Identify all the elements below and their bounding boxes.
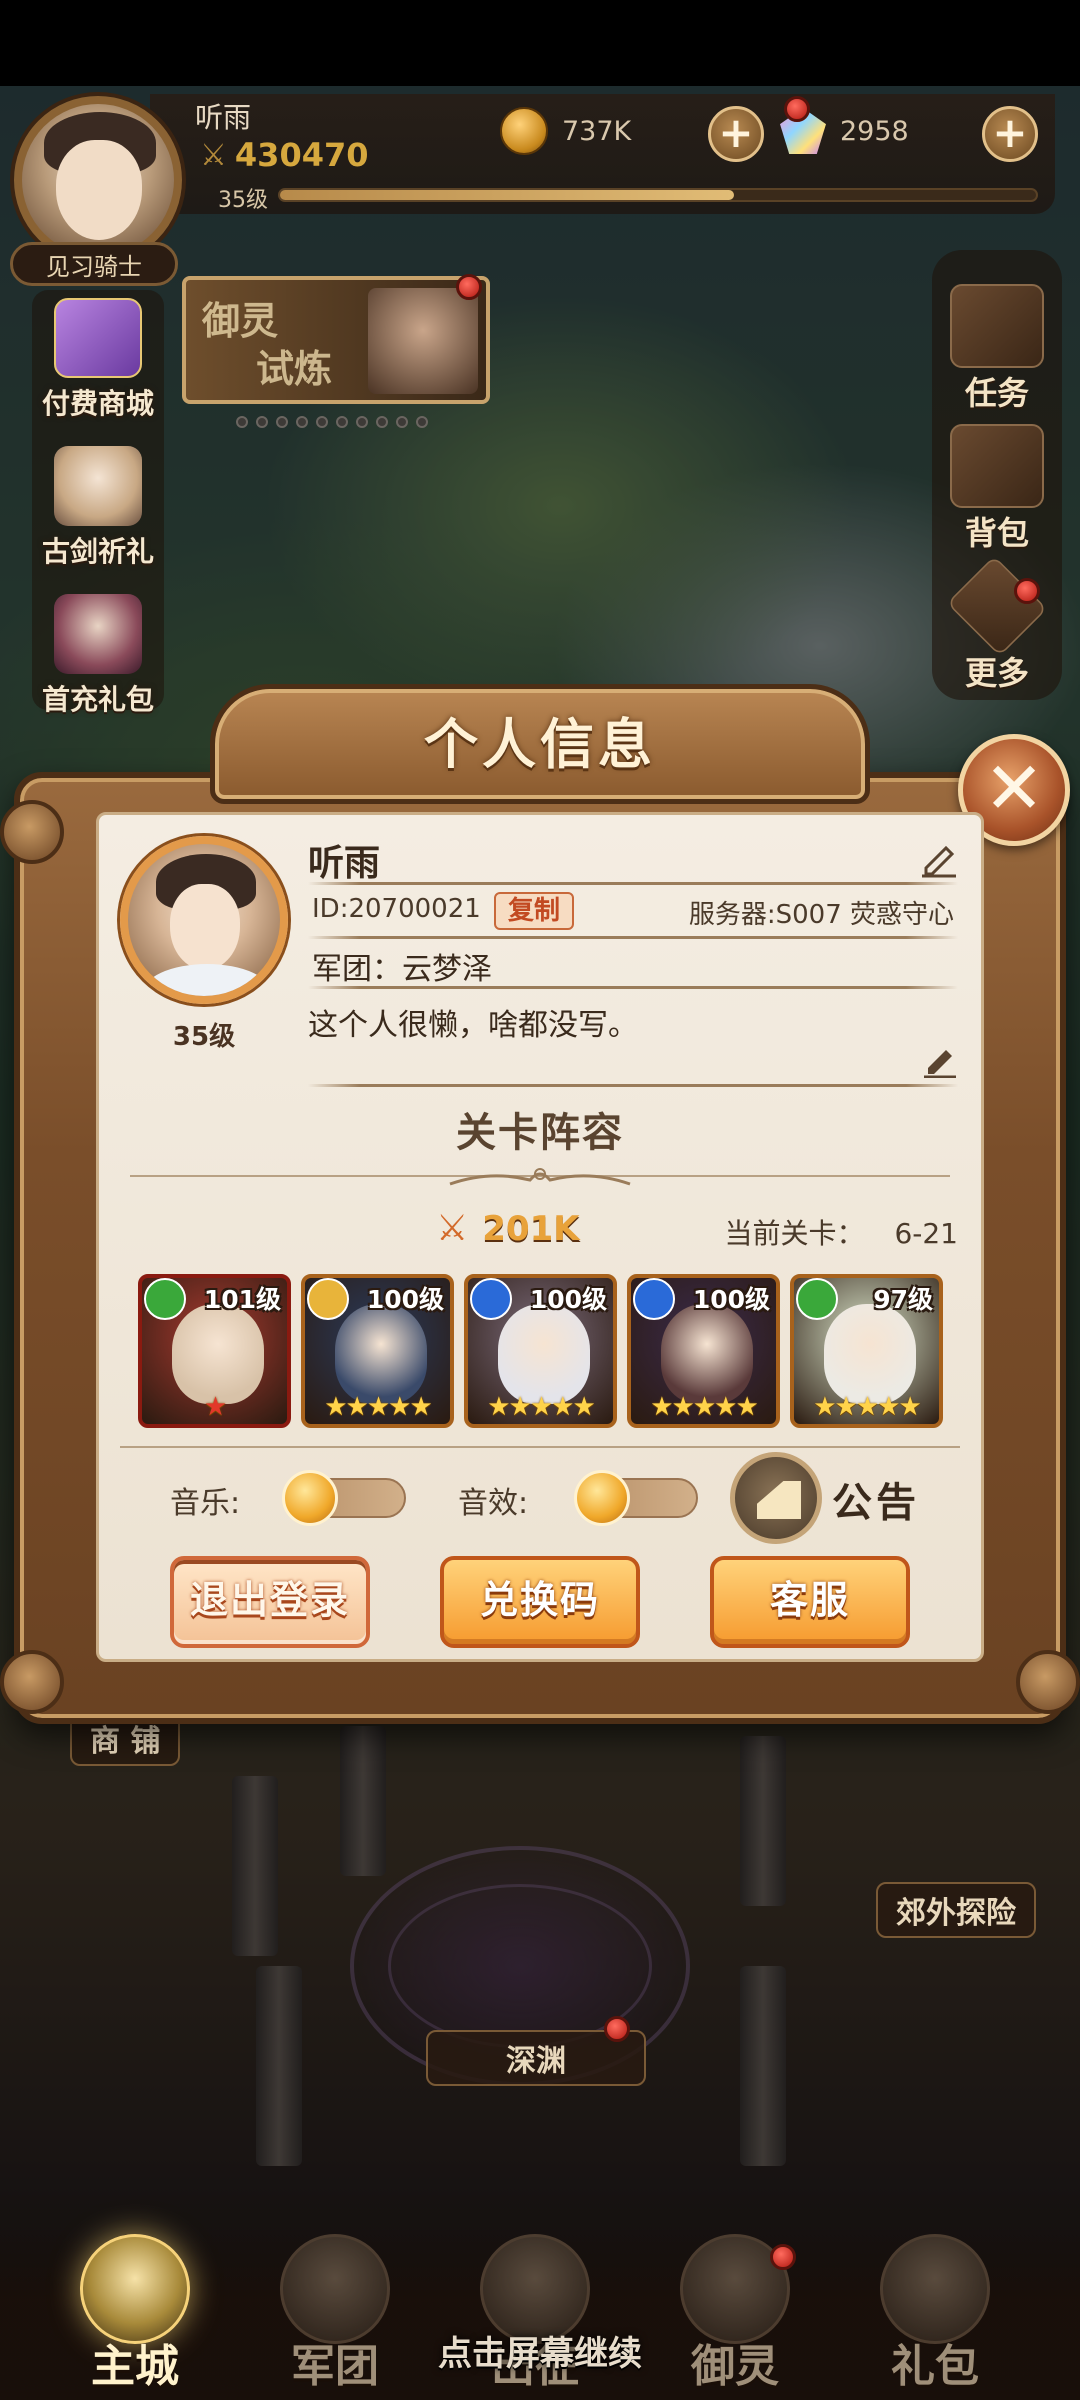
notification-dot bbox=[770, 2244, 796, 2270]
hero-card[interactable]: 97级 ★★★★★ bbox=[790, 1274, 943, 1428]
hero-card[interactable]: 100级 ★★★★★ bbox=[464, 1274, 617, 1428]
hero-portrait bbox=[824, 1304, 916, 1404]
right-side-menu: 任务 背包 更多 bbox=[932, 250, 1062, 700]
hero-portrait bbox=[335, 1304, 427, 1404]
left-side-menu: 付费商城 古剑祈礼 首充礼包 bbox=[28, 290, 168, 734]
profile-id: ID:20700021 bbox=[312, 894, 481, 924]
quest-scroll-icon bbox=[950, 284, 1044, 368]
combat-power: ⚔ 430470 bbox=[200, 136, 369, 174]
profile-name: 听雨 bbox=[308, 843, 381, 884]
announcement-label[interactable]: 公告 bbox=[832, 1470, 920, 1528]
hero-portrait bbox=[172, 1304, 264, 1404]
rank-badge: 见习骑士 bbox=[10, 242, 178, 286]
music-label: 音乐: bbox=[170, 1486, 241, 1521]
hero-level: 97级 bbox=[873, 1285, 933, 1314]
explore-tag[interactable]: 郊外探险 bbox=[876, 1882, 1036, 1938]
player-level: 35级 bbox=[218, 188, 268, 213]
gold-coin-icon bbox=[500, 107, 548, 155]
player-name: 听雨 bbox=[195, 101, 252, 134]
hero-card[interactable]: 100级 ★★★★★ bbox=[627, 1274, 780, 1428]
more-grid-icon bbox=[946, 555, 1048, 657]
more-button[interactable]: 更多 bbox=[932, 550, 1062, 692]
notification-dot bbox=[456, 274, 482, 300]
hero-lineup: 101级 ★ 100级 ★★★★★ 100级 ★★★★★ 100级 ★★★★★ 97级 ★★★★★ bbox=[138, 1274, 943, 1428]
hero-portrait-icon bbox=[54, 594, 142, 674]
copy-id-button[interactable]: 复制 bbox=[494, 892, 574, 930]
crossed-swords-icon: ⚔ bbox=[200, 137, 227, 173]
hero-card[interactable]: 101级 ★ bbox=[138, 1274, 291, 1428]
profile-guild: 军团：云梦泽 bbox=[312, 952, 492, 987]
dialog-title: 个人信息 bbox=[424, 713, 656, 776]
hero-stars: ★ bbox=[203, 1392, 227, 1422]
notification-dot bbox=[1014, 578, 1040, 604]
tap-to-continue-hint[interactable]: 点击屏幕继续 bbox=[0, 2326, 1080, 2375]
hero-portrait bbox=[661, 1304, 753, 1404]
logout-button[interactable]: 退出登录 bbox=[170, 1556, 370, 1648]
player-avatar[interactable] bbox=[14, 96, 182, 264]
edit-name-icon[interactable] bbox=[918, 838, 958, 878]
water-element-icon bbox=[633, 1278, 675, 1320]
hero-level: 101级 bbox=[203, 1285, 281, 1314]
hero-level: 100级 bbox=[692, 1285, 770, 1314]
sfx-label: 音效: bbox=[458, 1486, 529, 1521]
redeem-code-button[interactable]: 兑换码 bbox=[440, 1556, 640, 1648]
edit-signature-icon[interactable] bbox=[922, 1044, 958, 1078]
gold-element-icon bbox=[307, 1278, 349, 1320]
hero-stars: ★★★★★ bbox=[487, 1392, 596, 1422]
lineup-power: ⚔ 201K bbox=[436, 1208, 580, 1249]
close-icon: ✕ bbox=[983, 746, 1045, 830]
first-recharge-button[interactable]: 首充礼包 bbox=[28, 586, 168, 726]
add-gems-button[interactable]: + bbox=[982, 106, 1038, 162]
wind-element-icon bbox=[144, 1278, 186, 1320]
megaphone-icon bbox=[757, 1481, 801, 1519]
profile-signature: 这个人很懒，啥都没写。 bbox=[308, 1008, 638, 1043]
sfx-toggle[interactable] bbox=[574, 1470, 698, 1526]
frame-ornament bbox=[0, 800, 64, 864]
sword-prayer-button[interactable]: 古剑祈礼 bbox=[28, 438, 168, 578]
banner-hero-art bbox=[368, 288, 478, 394]
hero-card[interactable]: 100级 ★★★★★ bbox=[301, 1274, 454, 1428]
hero-stars: ★★★★★ bbox=[324, 1392, 433, 1422]
notification-dot bbox=[604, 2016, 630, 2042]
gift-box-icon bbox=[54, 298, 142, 378]
top-hud: 听雨 ⚔ 430470 35级 737K + 2958 + 见习骑士 bbox=[0, 86, 1080, 286]
notification-dot bbox=[784, 96, 810, 122]
customer-service-button[interactable]: 客服 bbox=[710, 1556, 910, 1648]
divider-ornament bbox=[130, 1168, 950, 1186]
profile-avatar[interactable] bbox=[120, 836, 288, 1004]
music-toggle[interactable] bbox=[282, 1470, 406, 1526]
add-gold-button[interactable]: + bbox=[708, 106, 764, 162]
lineup-title: 关卡阵容 bbox=[456, 1110, 624, 1156]
xp-bar bbox=[278, 188, 1038, 202]
quest-button[interactable]: 任务 bbox=[932, 270, 1062, 412]
hero-level: 100级 bbox=[529, 1285, 607, 1314]
hero-level: 100级 bbox=[366, 1285, 444, 1314]
hero-portrait-icon bbox=[54, 446, 142, 526]
event-banner[interactable]: 御灵 试炼 bbox=[182, 276, 490, 404]
gold-counter: 737K bbox=[500, 106, 631, 156]
banner-pager bbox=[236, 416, 428, 428]
water-element-icon bbox=[470, 1278, 512, 1320]
crossed-swords-icon: ⚔ bbox=[436, 1208, 469, 1249]
backpack-icon bbox=[950, 424, 1044, 508]
announcement-button[interactable] bbox=[730, 1452, 822, 1544]
current-stage: 当前关卡： 6-21 bbox=[724, 1217, 958, 1250]
frame-ornament bbox=[1016, 1650, 1080, 1714]
hero-stars: ★★★★★ bbox=[813, 1392, 922, 1422]
frame-ornament bbox=[0, 1650, 64, 1714]
profile-level: 35级 bbox=[172, 1022, 236, 1052]
hero-portrait bbox=[498, 1304, 590, 1404]
paid-shop-button[interactable]: 付费商城 bbox=[28, 290, 168, 430]
wind-element-icon bbox=[796, 1278, 838, 1320]
hero-stars: ★★★★★ bbox=[650, 1392, 759, 1422]
backpack-button[interactable]: 背包 bbox=[932, 410, 1062, 552]
profile-server: 服务器:S007 荧惑守心 bbox=[688, 900, 954, 930]
